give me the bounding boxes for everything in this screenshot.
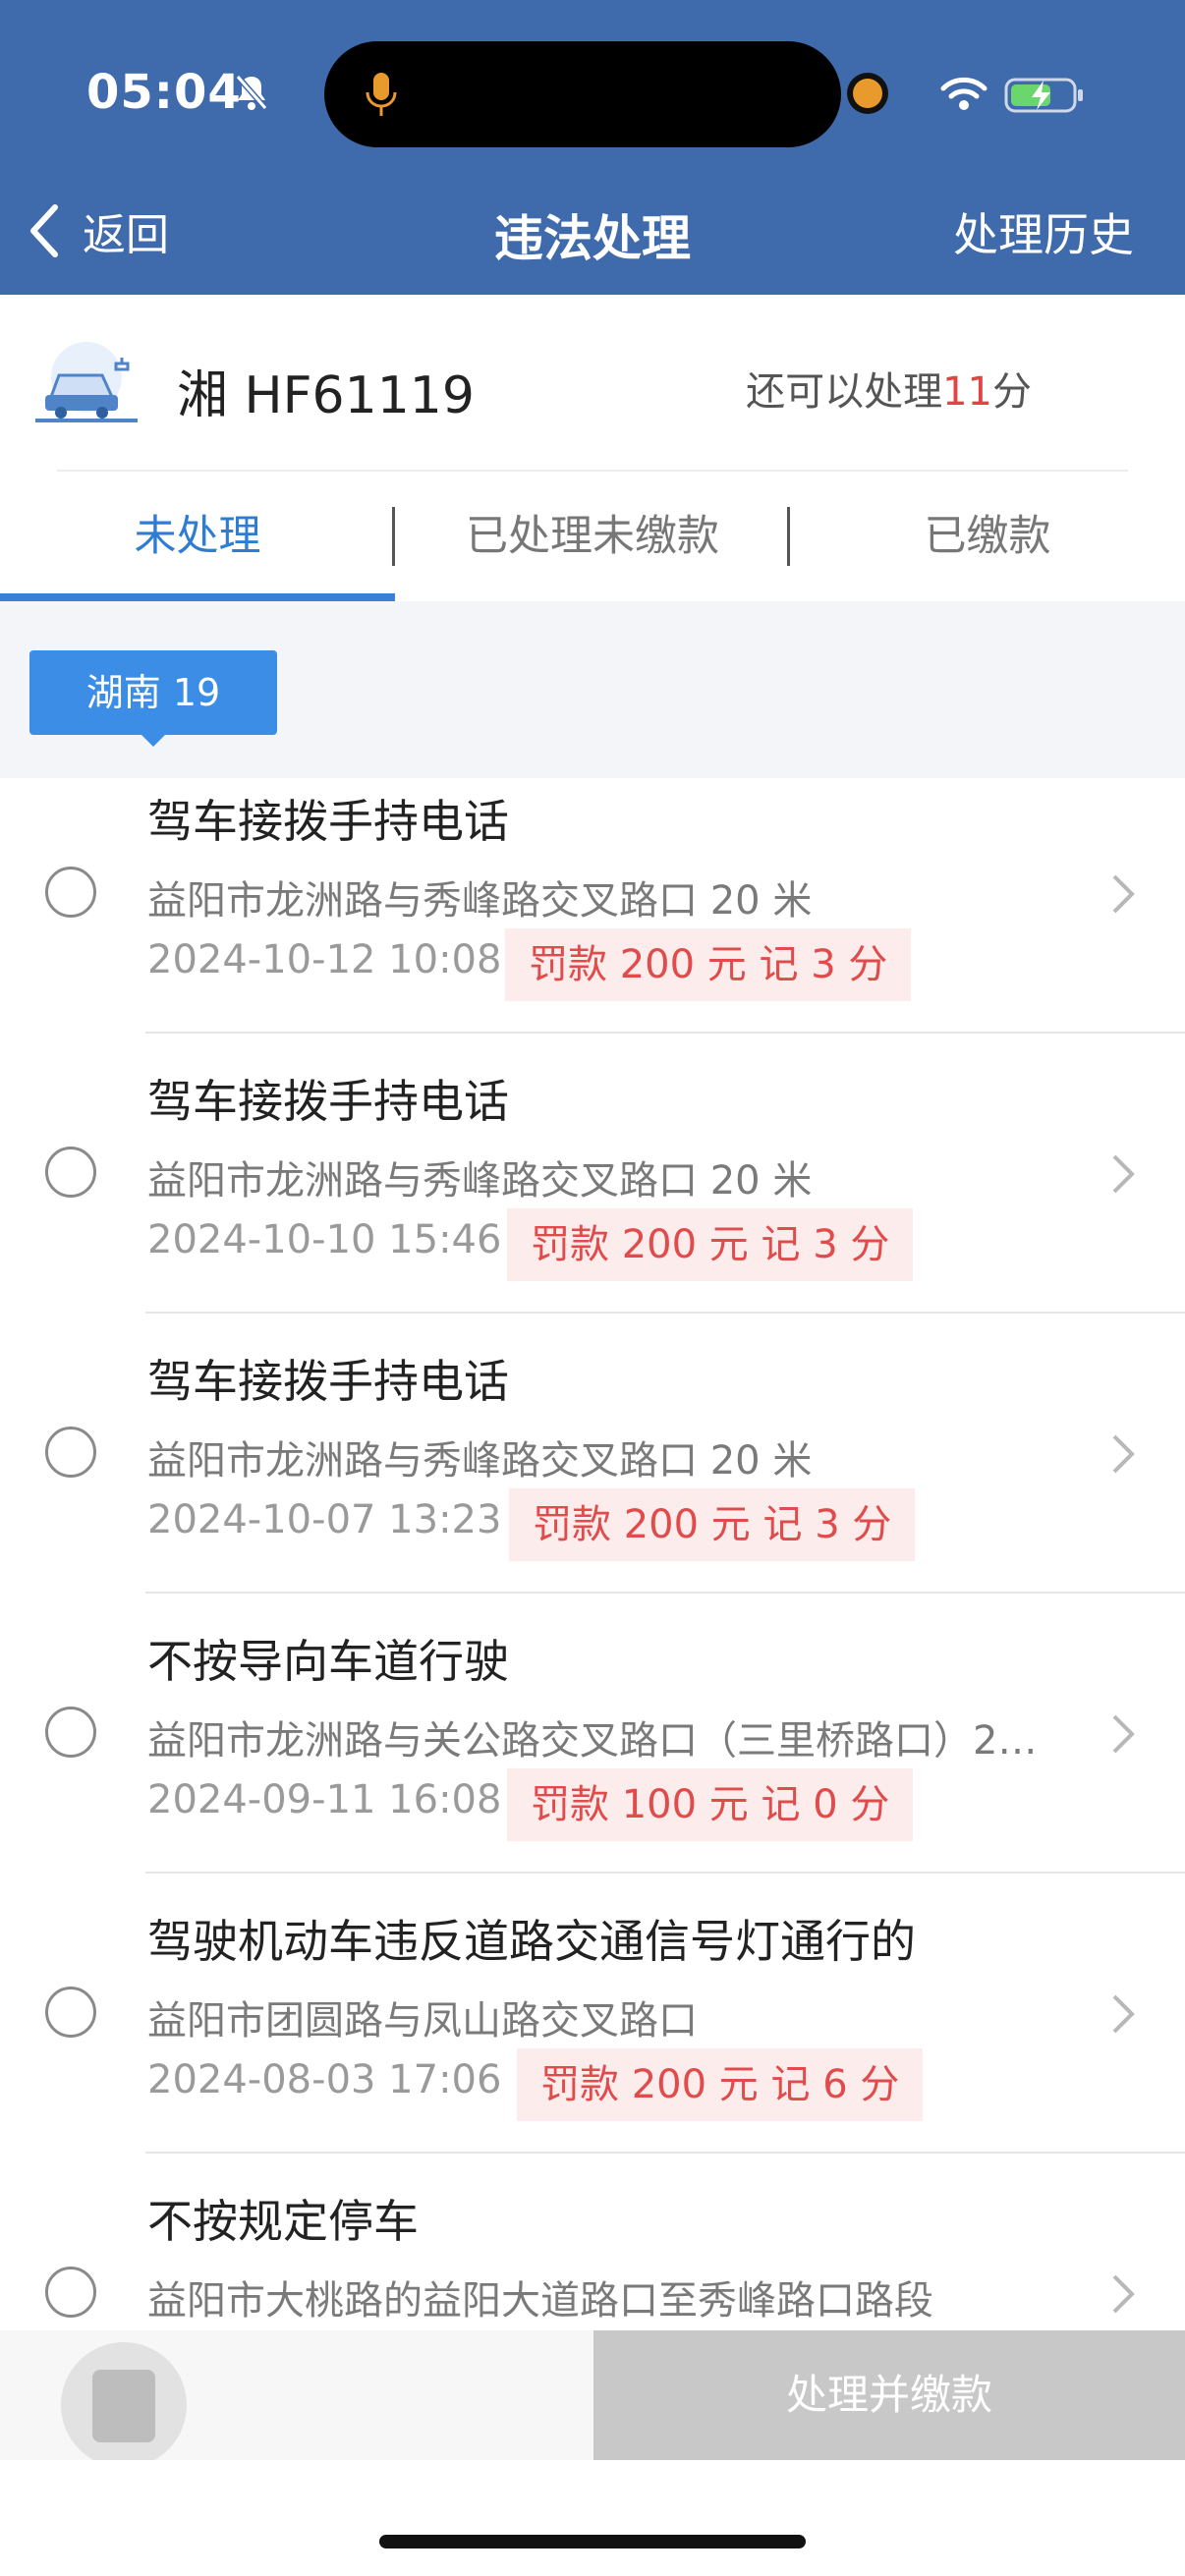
chevron-left-icon xyxy=(30,204,58,257)
tab-paid[interactable]: 已缴款 xyxy=(790,472,1185,601)
wifi-icon xyxy=(940,77,988,110)
microphone-icon xyxy=(366,73,397,116)
violation-address: 益阳市龙洲路与秀峰路交叉路口 20 米 xyxy=(147,1158,813,1204)
item-divider xyxy=(145,1312,1185,1314)
violation-title: 驾车接拨手持电话 xyxy=(147,1075,509,1128)
status-tabs: 未处理 已处理未缴款 已缴款 xyxy=(0,472,1185,601)
violation-item[interactable]: 驾车接拨手持电话 益阳市龙洲路与秀峰路交叉路口 20 米 2024-10-10 … xyxy=(0,1058,1185,1338)
violation-datetime: 2024-10-12 10:08 xyxy=(147,937,502,982)
violation-address: 益阳市龙洲路与秀峰路交叉路口 20 米 xyxy=(147,878,813,924)
fine-badge: 罚款 100 元 记 0 分 xyxy=(507,1768,914,1841)
violation-item[interactable]: 驾驶机动车违反道路交通信号灯通行的 益阳市团圆路与凤山路交叉路口 2024-08… xyxy=(0,1898,1185,2178)
back-button[interactable]: 返回 xyxy=(26,196,169,265)
violation-address: 益阳市龙洲路与关公路交叉路口（三里桥路口）2… xyxy=(147,1718,1038,1764)
item-divider xyxy=(145,1032,1185,1034)
chevron-right-icon xyxy=(1112,1154,1135,1194)
home-indicator-area xyxy=(0,2460,1185,2576)
violation-title: 驾车接拨手持电话 xyxy=(147,795,509,848)
remaining-prefix: 还可以处理 xyxy=(746,369,943,415)
fine-badge: 罚款 200 元 记 3 分 xyxy=(505,928,912,1001)
home-indicator[interactable] xyxy=(379,2535,806,2548)
vehicle-info-row: 湘 HF61119 还可以处理11分 xyxy=(0,295,1185,472)
chevron-right-icon xyxy=(1112,2274,1135,2314)
bell-muted-icon xyxy=(235,75,268,110)
dynamic-island xyxy=(324,41,841,147)
chevron-right-icon xyxy=(1112,874,1135,914)
violation-title: 驾车接拨手持电话 xyxy=(147,1355,509,1408)
remaining-suffix: 分 xyxy=(992,369,1032,415)
select-radio[interactable] xyxy=(45,1147,96,1198)
status-time: 05:04 xyxy=(86,65,242,120)
violation-datetime: 2024-10-10 15:46 xyxy=(147,1217,502,1262)
process-and-pay-button[interactable]: 处理并缴款 xyxy=(593,2330,1185,2460)
fine-badge: 罚款 200 元 记 3 分 xyxy=(507,1208,914,1281)
violation-address: 益阳市团圆路与凤山路交叉路口 xyxy=(147,1998,698,2044)
violation-item[interactable]: 驾车接拨手持电话 益阳市龙洲路与秀峰路交叉路口 20 米 2024-10-07 … xyxy=(0,1338,1185,1618)
violation-item[interactable]: 不按规定停车 益阳市大桃路的益阳大道路口至秀峰路口路段 xyxy=(0,2178,1185,2330)
camera-indicator-dot xyxy=(853,79,882,108)
select-radio[interactable] xyxy=(45,867,96,918)
violation-title: 驾驶机动车违反道路交通信号灯通行的 xyxy=(147,1915,916,1968)
violation-list: 驾车接拨手持电话 益阳市龙洲路与秀峰路交叉路口 20 米 2024-10-12 … xyxy=(0,778,1185,2330)
active-tab-indicator xyxy=(0,593,395,601)
chevron-right-icon xyxy=(1112,1714,1135,1754)
top-header: 05:04 返回 违法处理 处理历史 xyxy=(0,0,1185,295)
item-divider xyxy=(145,1872,1185,1874)
fine-badge: 罚款 200 元 记 6 分 xyxy=(517,2048,924,2121)
province-filter-chip[interactable]: 湖南 19 xyxy=(29,650,277,735)
car-icon xyxy=(35,342,138,422)
violation-title: 不按规定停车 xyxy=(147,2195,419,2248)
violation-item[interactable]: 驾车接拨手持电话 益阳市龙洲路与秀峰路交叉路口 20 米 2024-10-12 … xyxy=(0,778,1185,1058)
violation-address: 益阳市大桃路的益阳大道路口至秀峰路口路段 xyxy=(147,2278,933,2324)
select-radio[interactable] xyxy=(45,2267,96,2318)
violation-datetime: 2024-08-03 17:06 xyxy=(147,2057,502,2102)
remaining-points-number: 11 xyxy=(942,369,992,415)
remaining-points: 还可以处理11分 xyxy=(746,360,1032,417)
license-plate: 湘 HF61119 xyxy=(177,366,475,425)
chevron-right-icon xyxy=(1112,1434,1135,1474)
back-label: 返回 xyxy=(83,210,169,260)
violation-datetime: 2024-09-11 16:08 xyxy=(147,1777,502,1822)
chip-pointer xyxy=(140,733,167,747)
item-divider xyxy=(145,2152,1185,2154)
history-button[interactable]: 处理历史 xyxy=(953,199,1134,264)
floating-document-icon[interactable] xyxy=(61,2342,187,2468)
tab-unprocessed[interactable]: 未处理 xyxy=(0,472,395,601)
fine-badge: 罚款 200 元 记 3 分 xyxy=(509,1488,916,1561)
tab-processed-unpaid[interactable]: 已处理未缴款 xyxy=(395,472,790,601)
select-radio[interactable] xyxy=(45,1987,96,2038)
chevron-right-icon xyxy=(1112,1994,1135,2034)
violation-address: 益阳市龙洲路与秀峰路交叉路口 20 米 xyxy=(147,1438,813,1484)
select-radio[interactable] xyxy=(45,1427,96,1478)
item-divider xyxy=(145,1592,1185,1594)
violation-datetime: 2024-10-07 13:23 xyxy=(147,1497,502,1542)
violation-title: 不按导向车道行驶 xyxy=(147,1635,509,1688)
battery-charging-icon xyxy=(1004,78,1083,113)
select-radio[interactable] xyxy=(45,1707,96,1758)
violation-item[interactable]: 不按导向车道行驶 益阳市龙洲路与关公路交叉路口（三里桥路口）2… 2024-09… xyxy=(0,1618,1185,1898)
